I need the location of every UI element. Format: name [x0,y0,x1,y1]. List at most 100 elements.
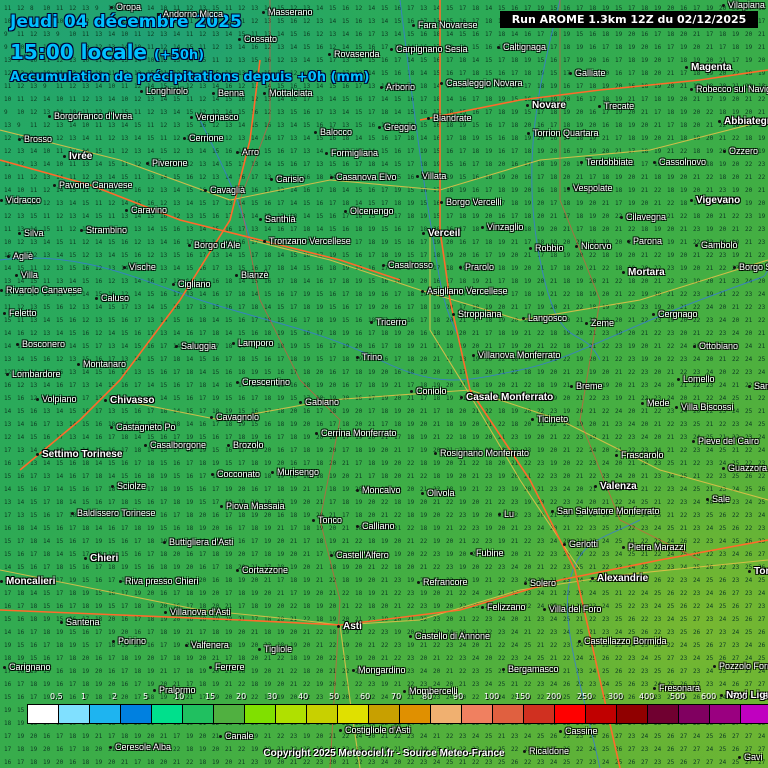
grid-value: 21 [446,668,454,675]
grid-value: 13 [69,213,77,220]
grid-value: 19 [615,31,623,38]
grid-value: 22 [485,564,493,571]
grid-value: 17 [355,382,363,389]
grid-value: 22 [615,434,623,441]
grid-value: 19 [277,629,285,636]
grid-value: 19 [238,642,246,649]
grid-value: 20 [199,577,207,584]
grid-value: 20 [680,330,688,337]
grid-value: 17 [173,512,181,519]
grid-value: 18 [615,187,623,194]
grid-value: 16 [82,265,90,272]
grid-value: 17 [368,252,376,259]
grid-value: 10 [56,161,64,168]
grid-value: 16 [290,460,298,467]
grid-value: 17 [95,642,103,649]
grid-value: 22 [355,603,363,610]
grid-value: 19 [4,707,12,714]
grid-value: 15 [277,304,285,311]
grid-value: 18 [277,421,285,428]
grid-value: 22 [498,421,506,428]
grid-value: 17 [329,356,337,363]
grid-value: 15 [251,356,259,363]
grid-value: 16 [355,330,363,337]
grid-value: 22 [758,174,766,181]
grid-value: 19 [602,382,610,389]
grid-value: 23 [589,681,597,688]
grid-value: 21 [485,499,493,506]
grid-value: 21 [719,356,727,363]
grid-value: 17 [264,486,272,493]
grid-value: 13 [69,135,77,142]
grid-value: 26 [758,642,766,649]
city-label: Sannazzaro [747,381,768,391]
grid-value: 22 [589,395,597,402]
grid-value: 20 [303,421,311,428]
grid-value: 15 [82,343,90,350]
grid-value: 18 [459,57,467,64]
grid-value: 21 [290,681,298,688]
grid-value: 18 [641,148,649,155]
grid-value: 18 [407,291,415,298]
grid-value: 18 [199,382,207,389]
grid-value: 24 [641,434,649,441]
grid-value: 19 [407,642,415,649]
grid-value: 16 [329,291,337,298]
grid-value: 12 [69,226,77,233]
grid-value: 23 [563,499,571,506]
grid-value: 24 [641,733,649,740]
grid-value: 16 [459,161,467,168]
grid-value: 22 [628,226,636,233]
grid-value: 18 [43,629,51,636]
grid-value: 16 [95,655,103,662]
grid-value: 16 [69,317,77,324]
grid-value: 15 [17,408,25,415]
grid-value: 22 [446,499,454,506]
grid-value: 20 [641,200,649,207]
grid-value: 25 [667,525,675,532]
grid-value: 24 [576,642,584,649]
grid-value: 17 [121,668,129,675]
grid-value: 24 [719,681,727,688]
grid-value: 14 [420,135,428,142]
grid-value: 17 [394,135,402,142]
grid-value: 15 [147,369,155,376]
city-label: Formigliana [324,148,378,158]
grid-value: 15 [69,408,77,415]
legend-value: 600 [701,692,716,701]
grid-value: 21 [654,421,662,428]
grid-value: 15 [160,460,168,467]
grid-value: 20 [212,525,220,532]
grid-value: 21 [420,642,428,649]
grid-value: 16 [69,473,77,480]
grid-value: 19 [82,733,90,740]
grid-value: 18 [225,421,233,428]
grid-value: 23 [693,226,701,233]
grid-value: 20 [147,655,155,662]
legend-swatch [245,705,276,723]
grid-value: 20 [654,369,662,376]
grid-value: 17 [251,174,259,181]
city-label: Carignano [3,662,51,672]
grid-value: 16 [69,460,77,467]
grid-value: 20 [316,655,324,662]
grid-value: 14 [394,109,402,116]
grid-value: 18 [355,512,363,519]
grid-value: 21 [238,759,246,766]
grid-value: 17 [290,525,298,532]
grid-value: 18 [407,135,415,142]
grid-value: 12 [147,109,155,116]
grid-value: 19 [537,226,545,233]
grid-value: 21 [628,395,636,402]
grid-value: 13 [95,96,103,103]
grid-value: 12 [17,5,25,12]
grid-value: 19 [355,577,363,584]
grid-value: 20 [446,603,454,610]
grid-value: 18 [615,44,623,51]
grid-value: 17 [732,57,740,64]
grid-value: 20 [524,564,532,571]
grid-value: 26 [615,668,623,675]
grid-value: 18 [693,148,701,155]
grid-value: 24 [706,447,714,454]
grid-value: 22 [472,759,480,766]
